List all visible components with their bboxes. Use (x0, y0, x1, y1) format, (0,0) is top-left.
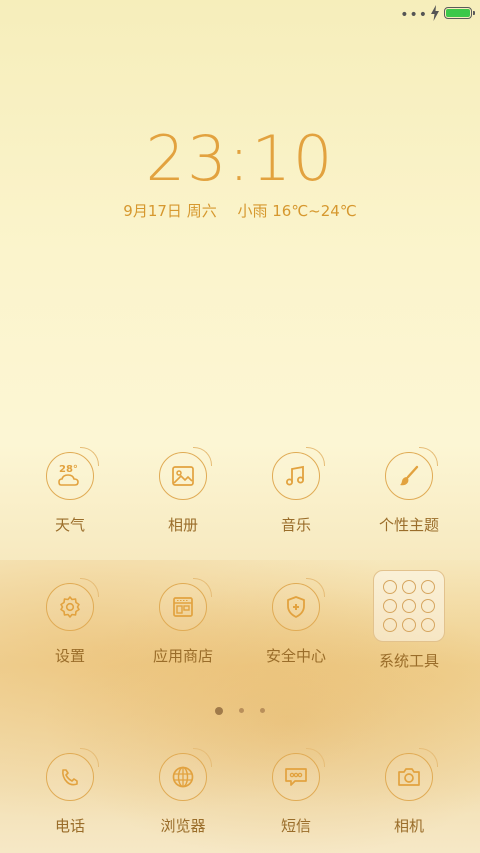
theme-brush-icon (385, 447, 438, 500)
folder-system-tools[interactable]: 系统工具 (354, 570, 464, 671)
app-settings[interactable]: 设置 (15, 578, 125, 666)
app-label: 电话 (54, 817, 85, 835)
app-label: 天气 (54, 516, 85, 534)
dock-messages[interactable]: 短信 (241, 748, 351, 836)
phone-icon (46, 748, 99, 801)
clock-time: 23:10 (145, 122, 335, 195)
date-weather-line: 9月17日 周六 小雨 16℃~24℃ (0, 200, 480, 221)
camera-icon (385, 748, 438, 801)
message-icon (272, 748, 325, 801)
date-text: 9月17日 周六 (123, 202, 217, 220)
app-store[interactable]: 应用商店 (128, 578, 238, 666)
app-label: 相册 (167, 516, 198, 534)
app-gallery[interactable]: 相册 (128, 447, 238, 535)
app-label: 浏览器 (160, 817, 206, 835)
app-label: 相机 (393, 817, 424, 835)
page-dot-active[interactable] (215, 706, 223, 715)
app-label: 应用商店 (152, 647, 213, 665)
battery-icon (444, 7, 475, 19)
gallery-icon (159, 447, 212, 500)
music-icon (272, 447, 325, 500)
app-label: 设置 (54, 647, 85, 665)
page-indicator[interactable] (0, 700, 480, 719)
status-bar: ••• (0, 0, 480, 28)
security-shield-icon (272, 578, 325, 631)
tools-folder-icon (373, 570, 445, 642)
settings-gear-icon (46, 578, 99, 631)
app-themes[interactable]: 个性主题 (354, 447, 464, 535)
charging-bolt-icon (431, 5, 439, 21)
dock-browser[interactable]: 浏览器 (128, 748, 238, 836)
weather-text: 小雨 16℃~24℃ (237, 202, 357, 220)
more-notifications-icon: ••• (400, 7, 428, 23)
page-dot[interactable] (260, 708, 265, 713)
app-label: 安全中心 (265, 647, 326, 665)
dock-phone[interactable]: 电话 (15, 748, 125, 836)
app-music[interactable]: 音乐 (241, 447, 351, 535)
app-store-icon (159, 578, 212, 631)
app-label: 系统工具 (378, 652, 439, 670)
app-label: 音乐 (280, 516, 311, 534)
app-label: 个性主题 (378, 516, 439, 534)
page-dot[interactable] (239, 708, 244, 713)
browser-globe-icon (159, 748, 212, 801)
app-weather[interactable]: 28° 天气 (15, 447, 125, 535)
app-label: 短信 (280, 817, 311, 835)
app-security[interactable]: 安全中心 (241, 578, 351, 666)
dock-camera[interactable]: 相机 (354, 748, 464, 836)
weather-icon: 28° (46, 447, 99, 500)
weather-temp: 28° (59, 464, 78, 475)
